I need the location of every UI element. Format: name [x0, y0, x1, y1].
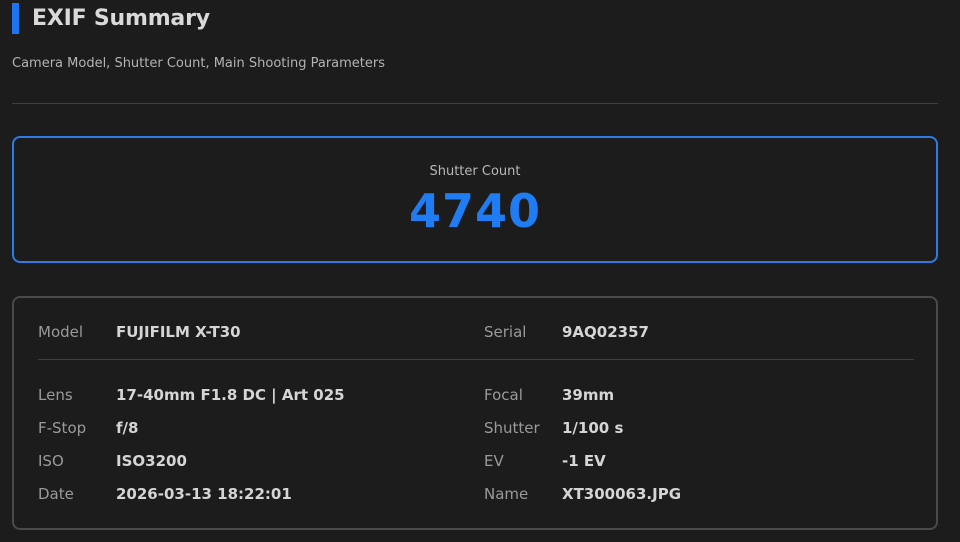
date-label: Date [38, 485, 74, 503]
page-title: EXIF Summary [32, 5, 210, 31]
focal-value: 39mm [562, 386, 615, 404]
ev-value: -1 EV [562, 452, 606, 470]
serial-label: Serial [484, 323, 527, 341]
ev-label: EV [484, 452, 504, 470]
shutter-count-label: Shutter Count [429, 164, 521, 179]
shutter-speed-label: Shutter [484, 419, 540, 437]
iso-label: ISO [38, 452, 64, 470]
fstop-label: F-Stop [38, 419, 87, 437]
lens-value: 17-40mm F1.8 DC | Art 025 [116, 386, 345, 404]
shutter-count-card: Shutter Count 4740 [12, 136, 938, 263]
exif-info-card: Model FUJIFILM X-T30 Serial 9AQ02357 Len… [12, 296, 938, 530]
info-divider [38, 359, 914, 360]
focal-label: Focal [484, 386, 523, 404]
shutter-count-value: 4740 [408, 184, 542, 238]
model-label: Model [38, 323, 84, 341]
filename-value: XT300063.JPG [562, 485, 682, 503]
title-row: EXIF Summary [12, 2, 210, 34]
serial-value: 9AQ02357 [562, 323, 649, 341]
model-value: FUJIFILM X-T30 [116, 323, 241, 341]
filename-label: Name [484, 485, 529, 503]
date-value: 2026-03-13 18:22:01 [116, 485, 292, 503]
page-subtitle: Camera Model, Shutter Count, Main Shooti… [12, 56, 386, 71]
fstop-value: f/8 [116, 419, 139, 437]
exif-summary-page: EXIF Summary Camera Model, Shutter Count… [0, 0, 960, 542]
lens-label: Lens [38, 386, 73, 404]
title-accent-bar [12, 2, 19, 34]
iso-value: ISO3200 [116, 452, 187, 470]
header-divider [12, 103, 938, 104]
shutter-speed-value: 1/100 s [562, 419, 624, 437]
